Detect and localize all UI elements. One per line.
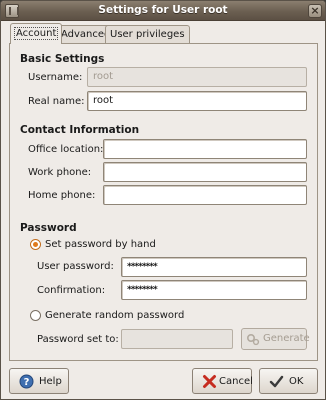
tab-advanced-label: Advanced [61,29,111,40]
generate-button-label: Generate [263,333,310,344]
tab-user-privileges-label: User privileges [110,29,185,40]
password-heading: Password [20,222,77,234]
help-icon: ? [19,374,34,389]
home-phone-field[interactable] [103,185,307,205]
realname-label: Real name: [28,96,85,107]
gears-icon [246,333,260,346]
username-label: Username: [28,72,83,83]
tab-account[interactable]: Account [10,23,63,44]
cancel-button-label: Cancel [219,376,253,387]
set-password-by-hand-label[interactable]: Set password by hand [45,239,156,250]
tab-account-label: Account [13,27,59,40]
basic-settings-heading: Basic Settings [20,53,105,65]
user-password-field[interactable]: ******** [121,257,307,277]
work-phone-label: Work phone: [28,167,92,178]
help-button-label: Help [39,376,62,387]
close-button[interactable]: × [308,4,322,18]
ok-checkmark-icon [269,375,284,388]
contact-information-heading: Contact Information [20,124,140,136]
help-button[interactable]: ? Help [9,368,69,394]
office-location-label: Office location: [28,144,104,155]
ok-button-label: OK [289,376,304,387]
ok-button[interactable]: OK [259,368,318,394]
cancel-icon [203,375,216,388]
username-field: root [87,67,307,87]
generate-random-password-radio[interactable] [30,310,41,321]
generate-button: Generate [241,328,310,350]
settings-window: Settings for User root × Account Advance… [0,0,326,400]
home-phone-label: Home phone: [28,190,96,201]
tab-user-privileges[interactable]: User privileges [105,25,190,44]
set-password-by-hand-radio[interactable] [30,239,41,250]
window-title: Settings for User root [98,4,228,16]
confirmation-field[interactable]: ******** [121,280,307,300]
cancel-button[interactable]: Cancel [192,368,253,394]
title-bar[interactable]: Settings for User root × [1,1,325,21]
password-set-to-label: Password set to: [37,334,119,345]
work-phone-field[interactable] [103,162,307,182]
user-password-label: User password: [37,261,114,272]
office-location-field[interactable] [103,139,307,159]
svg-text:?: ? [24,377,30,388]
password-set-to-field [121,329,233,349]
generate-random-password-label[interactable]: Generate random password [45,310,184,321]
realname-field[interactable]: root [87,91,307,111]
confirmation-label: Confirmation: [37,285,106,296]
